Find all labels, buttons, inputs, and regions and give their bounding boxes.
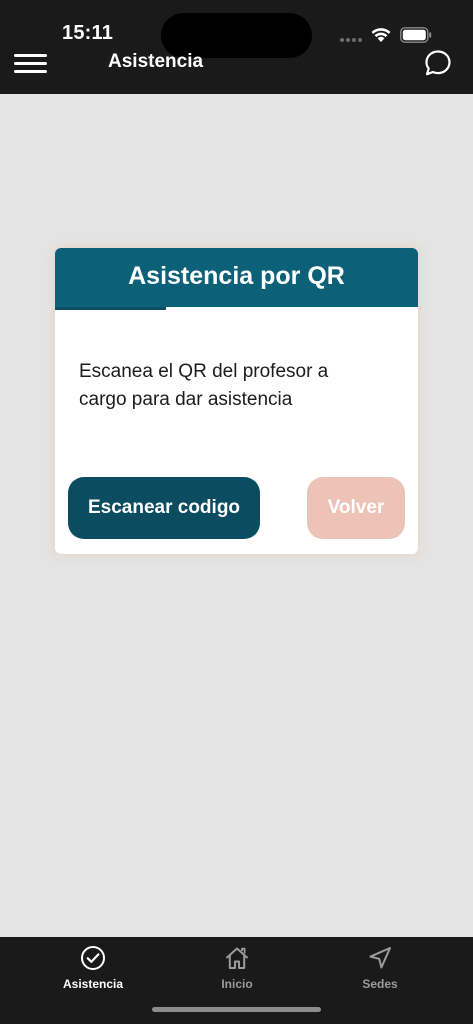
bottom-tab-bar: Asistencia Inicio Sedes: [0, 937, 473, 1024]
hamburger-menu-icon[interactable]: [14, 51, 48, 75]
wifi-icon: [371, 28, 391, 42]
home-icon: [226, 947, 248, 969]
check-circle-icon: [81, 946, 105, 970]
qr-attendance-card: Asistencia por QR Escanea el QR del prof…: [55, 248, 418, 554]
card-header-underline: [55, 307, 166, 310]
page-title: Asistencia: [108, 51, 204, 72]
card-title: Asistencia por QR: [128, 262, 345, 290]
status-time: 15:11: [62, 22, 114, 44]
tab-sedes[interactable]: Sedes: [320, 937, 440, 997]
navigation-arrow-icon: [369, 947, 391, 969]
scan-code-button[interactable]: Escanear codigo: [68, 477, 260, 539]
battery-icon: [400, 27, 432, 43]
back-button[interactable]: Volver: [307, 477, 405, 539]
card-header: Asistencia por QR: [55, 248, 418, 307]
tab-label: Inicio: [221, 977, 253, 991]
cellular-signal-icon: [340, 38, 364, 44]
tab-label: Asistencia: [62, 977, 124, 991]
top-bar: 15:11 Asistencia: [0, 0, 473, 94]
card-message: Escanea el QR del profesor a cargo para …: [79, 361, 329, 410]
chat-bubble-icon[interactable]: [423, 48, 453, 78]
tab-label: Sedes: [362, 977, 398, 991]
tab-asistencia[interactable]: Asistencia: [33, 937, 153, 997]
tab-inicio[interactable]: Inicio: [177, 937, 297, 997]
home-indicator: [152, 1007, 321, 1012]
